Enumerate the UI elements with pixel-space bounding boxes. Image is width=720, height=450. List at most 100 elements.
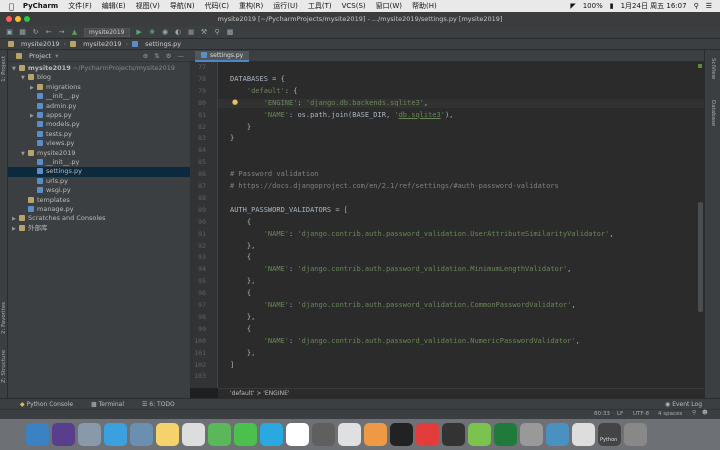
back-icon[interactable]: ← <box>45 28 52 36</box>
menu-code[interactable]: 代码(C) <box>205 1 229 11</box>
battery-percent[interactable]: 100% <box>583 2 603 10</box>
gear-icon[interactable]: ⚙ <box>166 52 172 60</box>
tree-item[interactable]: ▶ migrations <box>8 83 190 93</box>
stop-icon[interactable]: ■ <box>188 28 195 36</box>
dock-app-icon[interactable] <box>442 423 465 446</box>
menu-refactor[interactable]: 重构(R) <box>239 1 263 11</box>
sciview-tool-tab[interactable]: SciView <box>710 58 716 79</box>
dock-app-icon[interactable]: Python <box>598 423 621 446</box>
tree-item[interactable]: views.py <box>8 139 190 149</box>
code-line[interactable]: 'NAME': 'django.contrib.auth.password_va… <box>230 265 572 274</box>
code-line[interactable]: 'NAME': os.path.join(BASE_DIR, 'db.sqlit… <box>230 111 454 120</box>
inspection-ok-icon[interactable] <box>698 64 702 68</box>
dock-app-icon[interactable] <box>130 423 153 446</box>
code-line[interactable]: ] <box>230 361 234 370</box>
forward-icon[interactable]: → <box>58 28 65 36</box>
code-line[interactable]: }, <box>230 242 255 251</box>
dock-app-icon[interactable] <box>546 423 569 446</box>
code-line[interactable]: 'NAME': 'django.contrib.auth.password_va… <box>230 230 614 239</box>
dock-app-icon[interactable] <box>26 423 49 446</box>
file-encoding[interactable]: UTF-8 <box>633 411 649 417</box>
dock-app-icon[interactable] <box>468 423 491 446</box>
minimize-window-button[interactable] <box>15 16 21 22</box>
dock-app-icon[interactable] <box>390 423 413 446</box>
run-configuration-select[interactable]: mysite2019 <box>84 27 130 37</box>
collapse-icon[interactable]: ⇅ <box>154 52 159 60</box>
code-line[interactable]: { <box>230 253 251 262</box>
dock-app-icon[interactable] <box>78 423 101 446</box>
dock-app-icon[interactable] <box>156 423 179 446</box>
lock-icon[interactable]: ⚲ <box>692 410 696 416</box>
tree-item[interactable]: wsgi.py <box>8 186 190 196</box>
code-line[interactable]: 'ENGINE': 'django.db.backends.sqlite3', <box>230 99 428 108</box>
project-tool-tab[interactable]: 1: Project <box>1 56 7 82</box>
zoom-window-button[interactable] <box>24 16 30 22</box>
menu-window[interactable]: 窗口(W) <box>376 1 402 11</box>
dock-app-icon[interactable] <box>182 423 205 446</box>
dock-app-icon[interactable] <box>312 423 335 446</box>
menu-navigate[interactable]: 导航(N) <box>170 1 195 11</box>
target-icon[interactable]: ⊕ <box>143 52 148 60</box>
debug-icon[interactable]: ❀ <box>149 28 156 36</box>
coverage-icon[interactable]: ◉ <box>162 28 169 36</box>
wifi-icon[interactable]: ◤ <box>570 2 575 10</box>
menu-edit[interactable]: 编辑(E) <box>102 1 126 11</box>
tree-item[interactable]: ▶ apps.py <box>8 111 190 121</box>
code-line[interactable]: { <box>230 289 251 298</box>
terminal-tab[interactable]: ▩ Terminal <box>91 401 124 408</box>
menu-extras-icon[interactable]: ☰ <box>706 2 712 10</box>
clock[interactable]: 1月24日 周五 16:07 <box>621 1 687 11</box>
structure-icon[interactable]: ▩ <box>227 28 234 36</box>
code-line[interactable]: }, <box>230 349 255 358</box>
tab-settings-py[interactable]: settings.py <box>195 51 250 62</box>
tree-item[interactable]: ▼ blog <box>8 73 190 83</box>
close-window-button[interactable] <box>6 16 12 22</box>
tree-item[interactable]: urls.py <box>8 177 190 187</box>
dock-app-icon[interactable] <box>572 423 595 446</box>
database-tool-tab[interactable]: Database <box>710 100 716 126</box>
code-line[interactable]: } <box>230 123 251 132</box>
chevron-down-icon[interactable]: ▾ <box>55 52 58 60</box>
tree-item[interactable]: admin.py <box>8 102 190 112</box>
dock-app-icon[interactable] <box>260 423 283 446</box>
code-line[interactable]: }, <box>230 277 255 286</box>
code-breadcrumb[interactable]: 'default' > 'ENGINE' <box>218 388 704 398</box>
menu-tools[interactable]: 工具(T) <box>308 1 332 11</box>
code-line[interactable]: # Password validation <box>230 170 319 179</box>
event-log-tab[interactable]: ◉ Event Log <box>665 401 702 408</box>
code-line[interactable]: # https://docs.djangoproject.com/en/2.1/… <box>230 182 559 191</box>
tree-item[interactable]: ▼ mysite2019 <box>8 149 190 159</box>
structure-tool-tab[interactable]: Z: Structure <box>1 350 7 383</box>
app-menu-pycharm[interactable]: PyCharm <box>23 2 58 10</box>
nav-crumb-file[interactable]: settings.py <box>145 40 181 48</box>
dock-app-icon[interactable] <box>364 423 387 446</box>
code-line[interactable]: DATABASES = { <box>230 75 285 84</box>
code-line[interactable]: } <box>230 134 234 143</box>
code-line[interactable]: AUTH_PASSWORD_VALIDATORS = [ <box>230 206 348 215</box>
tree-item[interactable]: ▼ mysite2019 ~/PycharmProjects/mysite2019 <box>8 64 190 74</box>
apple-icon[interactable]:  <box>9 2 14 11</box>
code-line[interactable]: { <box>230 218 251 227</box>
tree-item[interactable]: ▶ 外部库 <box>8 224 190 234</box>
tree-item[interactable]: templates <box>8 196 190 206</box>
dock-app-icon[interactable] <box>52 423 75 446</box>
nav-crumb-root[interactable]: mysite2019 <box>21 40 59 48</box>
search-everywhere-icon[interactable]: ⚲ <box>214 28 221 36</box>
tree-item[interactable]: manage.py <box>8 205 190 215</box>
chevron-right-icon[interactable]: ▶ <box>12 225 19 235</box>
nav-crumb-package[interactable]: mysite2019 <box>83 40 121 48</box>
dock-app-icon[interactable] <box>338 423 361 446</box>
dock-app-icon[interactable] <box>208 423 231 446</box>
todo-tab[interactable]: ☰ 6: TODO <box>142 401 175 408</box>
dock-app-icon[interactable] <box>494 423 517 446</box>
code-line[interactable]: { <box>230 325 251 334</box>
favorites-tool-tab[interactable]: 2: Favorites <box>1 302 7 334</box>
menu-help[interactable]: 帮助(H) <box>412 1 437 11</box>
menu-run[interactable]: 运行(U) <box>273 1 298 11</box>
code-line[interactable]: 'default': { <box>230 87 298 96</box>
code-line[interactable]: }, <box>230 313 255 322</box>
project-view-select[interactable]: Project <box>29 52 51 60</box>
menu-file[interactable]: 文件(F) <box>68 1 92 11</box>
dock-app-icon[interactable] <box>234 423 257 446</box>
sync-icon[interactable]: ↻ <box>32 28 39 36</box>
